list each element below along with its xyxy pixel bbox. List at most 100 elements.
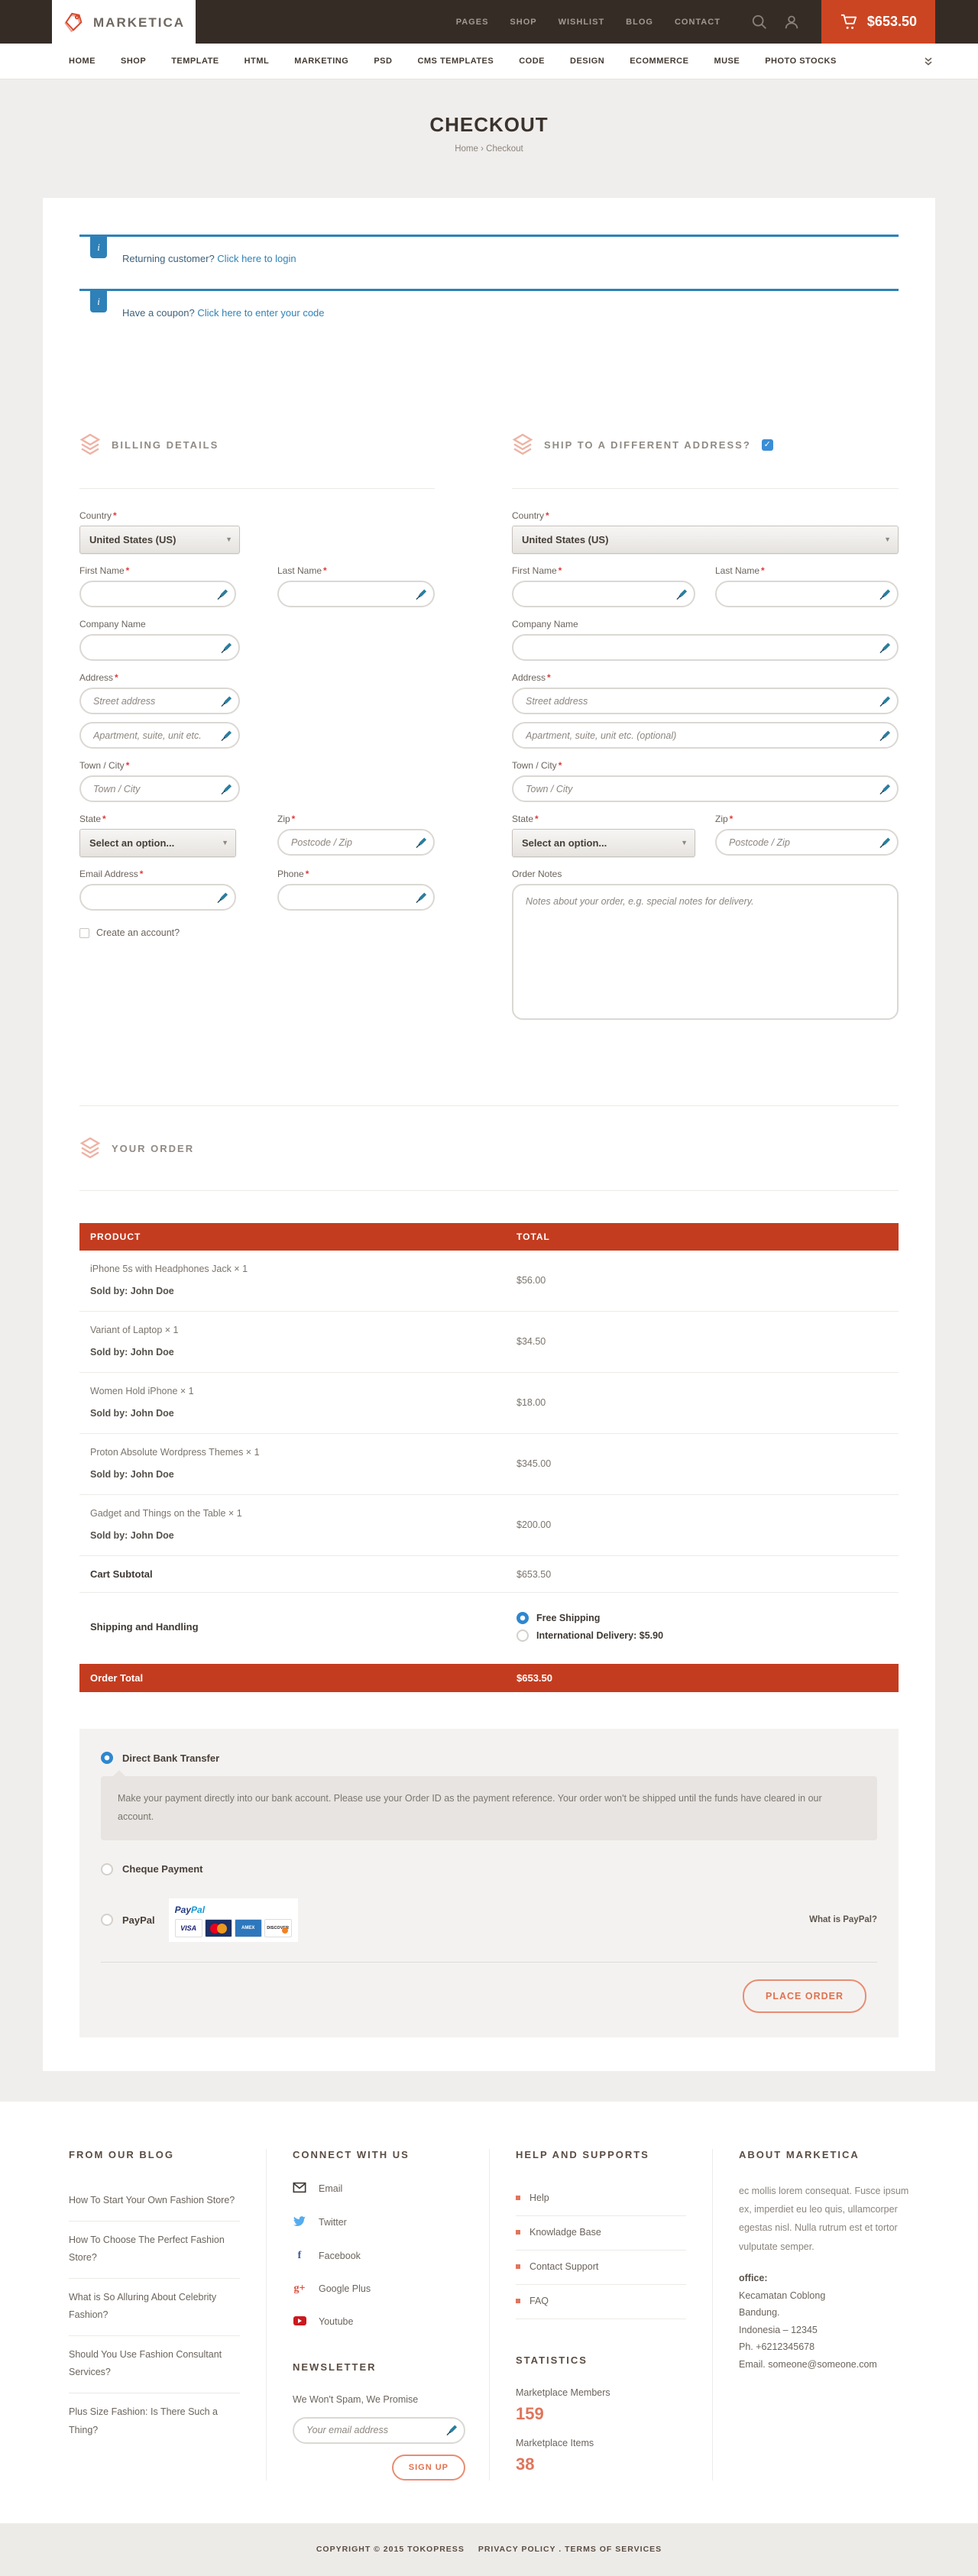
product-seller: Sold by: John Doe bbox=[90, 1530, 517, 1541]
social-link-google-plus[interactable]: g+ Google Plus bbox=[293, 2283, 463, 2295]
search-icon[interactable] bbox=[751, 14, 768, 31]
what-is-paypal-link[interactable]: What is PayPal? bbox=[809, 1915, 877, 1924]
nav-item-ecommerce[interactable]: ECOMMERCE bbox=[630, 57, 688, 66]
paypal-radio[interactable] bbox=[101, 1914, 113, 1926]
shipping-street-input[interactable] bbox=[512, 688, 899, 714]
footer-about-title: ABOUT MARKETICA bbox=[739, 2149, 909, 2160]
main-nav: HOME SHOP TEMPLATE HTML MARKETING PSD CM… bbox=[0, 44, 978, 79]
coupon-link[interactable]: Click here to enter your code bbox=[197, 307, 324, 319]
newsletter-tagline: We Won't Spam, We Promise bbox=[293, 2394, 463, 2405]
social-link-email[interactable]: Email bbox=[293, 2182, 463, 2196]
nav-item-psd[interactable]: PSD bbox=[374, 57, 392, 66]
free-shipping-radio[interactable] bbox=[517, 1612, 529, 1624]
nav-item-home[interactable]: HOME bbox=[69, 57, 96, 66]
nav-item-cms-templates[interactable]: CMS TEMPLATES bbox=[417, 57, 494, 66]
nav-item-code[interactable]: CODE bbox=[519, 57, 545, 66]
shipping-country-select[interactable]: United States (US)▼ bbox=[512, 526, 899, 554]
product-name: Women Hold iPhone × 1 bbox=[90, 1386, 517, 1396]
top-link-shop[interactable]: SHOP bbox=[510, 18, 536, 27]
footer-help-title: HELP AND SUPPORTS bbox=[516, 2149, 686, 2160]
billing-apartment-input[interactable] bbox=[79, 722, 240, 749]
top-link-pages[interactable]: PAGES bbox=[456, 18, 489, 27]
billing-last-name-input[interactable] bbox=[277, 581, 435, 607]
blog-link[interactable]: Should You Use Fashion Consultant Servic… bbox=[69, 2336, 240, 2393]
shipping-state-select[interactable]: Select an option...▼ bbox=[512, 829, 695, 857]
shipping-town-input[interactable] bbox=[512, 775, 899, 802]
country-label: Country bbox=[79, 510, 112, 521]
nav-item-photo-stocks[interactable]: PHOTO STOCKS bbox=[765, 57, 837, 66]
top-link-contact[interactable]: CONTACT bbox=[675, 18, 721, 27]
billing-country-select[interactable]: United States (US)▼ bbox=[79, 526, 240, 554]
international-delivery-label: International Delivery: $5.90 bbox=[536, 1630, 663, 1641]
newsletter-title: NEWSLETTER bbox=[293, 2361, 463, 2373]
order-notes-label: Order Notes bbox=[512, 869, 562, 879]
about-text: ec mollis lorem consequat. Fusce ipsum e… bbox=[739, 2182, 909, 2257]
billing-town-input[interactable] bbox=[79, 775, 240, 802]
nav-item-marketing[interactable]: MARKETING bbox=[294, 57, 348, 66]
cart-button[interactable]: $653.50 bbox=[821, 0, 935, 44]
nav-item-template[interactable]: TEMPLATE bbox=[171, 57, 219, 66]
help-link[interactable]: Contact Support bbox=[516, 2251, 686, 2285]
social-link-twitter[interactable]: Twitter bbox=[293, 2216, 463, 2229]
email-icon bbox=[293, 2182, 306, 2196]
blog-link[interactable]: What is So Alluring About Celebrity Fash… bbox=[69, 2279, 240, 2336]
nav-item-design[interactable]: DESIGN bbox=[570, 57, 604, 66]
email-label: Email Address bbox=[79, 869, 138, 879]
billing-first-name-input[interactable] bbox=[79, 581, 236, 607]
visa-card-icon: VISA bbox=[175, 1919, 202, 1937]
help-link[interactable]: Knowladge Base bbox=[516, 2216, 686, 2251]
social-link-youtube[interactable]: Youtube bbox=[293, 2315, 463, 2328]
product-total: $34.50 bbox=[517, 1336, 899, 1347]
town-label: Town / City bbox=[512, 760, 557, 771]
top-link-wishlist[interactable]: WISHLIST bbox=[559, 18, 605, 27]
coupon-notice: i Have a coupon? Click here to enter you… bbox=[79, 289, 899, 343]
chevron-double-down-icon[interactable] bbox=[923, 56, 934, 70]
newsletter-email-input[interactable] bbox=[293, 2417, 465, 2444]
address-label: Address bbox=[79, 672, 113, 683]
billing-email-input[interactable] bbox=[79, 884, 236, 911]
billing-phone-input[interactable] bbox=[277, 884, 435, 911]
breadcrumb-home[interactable]: Home bbox=[455, 144, 478, 154]
create-account-checkbox[interactable] bbox=[79, 928, 89, 938]
zip-label: Zip bbox=[715, 814, 728, 824]
help-link[interactable]: FAQ bbox=[516, 2285, 686, 2319]
login-link[interactable]: Click here to login bbox=[217, 253, 296, 264]
nav-item-html[interactable]: HTML bbox=[244, 57, 270, 66]
blog-link[interactable]: How To Start Your Own Fashion Store? bbox=[69, 2182, 240, 2222]
order-notes-textarea[interactable] bbox=[512, 884, 899, 1020]
breadcrumb-separator: › bbox=[481, 144, 484, 154]
ship-different-checkbox[interactable]: ✓ bbox=[762, 439, 773, 451]
town-label: Town / City bbox=[79, 760, 125, 771]
checkout-card: i Returning customer? Click here to logi… bbox=[43, 198, 935, 2071]
billing-state-select[interactable]: Select an option...▼ bbox=[79, 829, 236, 857]
cheque-payment-radio[interactable] bbox=[101, 1863, 113, 1875]
product-total: $200.00 bbox=[517, 1519, 899, 1530]
billing-company-input[interactable] bbox=[79, 634, 240, 661]
brand-logo[interactable]: MARKETICA bbox=[52, 0, 196, 46]
user-account-icon[interactable] bbox=[783, 14, 800, 31]
bank-transfer-radio[interactable] bbox=[101, 1752, 113, 1764]
zip-label: Zip bbox=[277, 814, 290, 824]
square-bullet-icon bbox=[516, 2196, 520, 2200]
billing-zip-input[interactable] bbox=[277, 829, 435, 856]
shipping-zip-input[interactable] bbox=[715, 829, 899, 856]
legal-links[interactable]: PRIVACY POLICY . TERMS OF SERVICES bbox=[478, 2545, 662, 2554]
nav-item-shop[interactable]: SHOP bbox=[121, 57, 146, 66]
shipping-company-input[interactable] bbox=[512, 634, 899, 661]
shipping-first-name-input[interactable] bbox=[512, 581, 695, 607]
place-order-button[interactable]: PLACE ORDER bbox=[743, 1979, 866, 2013]
blog-link[interactable]: How To Choose The Perfect Fashion Store? bbox=[69, 2222, 240, 2279]
social-link-facebook[interactable]: f Facebook bbox=[293, 2250, 463, 2262]
blog-link[interactable]: Plus Size Fashion: Is There Such a Thing… bbox=[69, 2393, 240, 2450]
pen-icon bbox=[221, 783, 232, 794]
shipping-apartment-input[interactable] bbox=[512, 722, 899, 749]
billing-street-input[interactable] bbox=[79, 688, 240, 714]
company-label: Company Name bbox=[79, 619, 146, 629]
newsletter-signup-button[interactable]: SIGN UP bbox=[392, 2455, 465, 2481]
nav-item-muse[interactable]: MUSE bbox=[714, 57, 740, 66]
copyright-text: COPYRIGHT © 2015 TOKOPRESS bbox=[316, 2545, 465, 2554]
shipping-last-name-input[interactable] bbox=[715, 581, 899, 607]
international-delivery-radio[interactable] bbox=[517, 1629, 529, 1642]
help-link[interactable]: Help bbox=[516, 2182, 686, 2216]
top-link-blog[interactable]: BLOG bbox=[626, 18, 653, 27]
